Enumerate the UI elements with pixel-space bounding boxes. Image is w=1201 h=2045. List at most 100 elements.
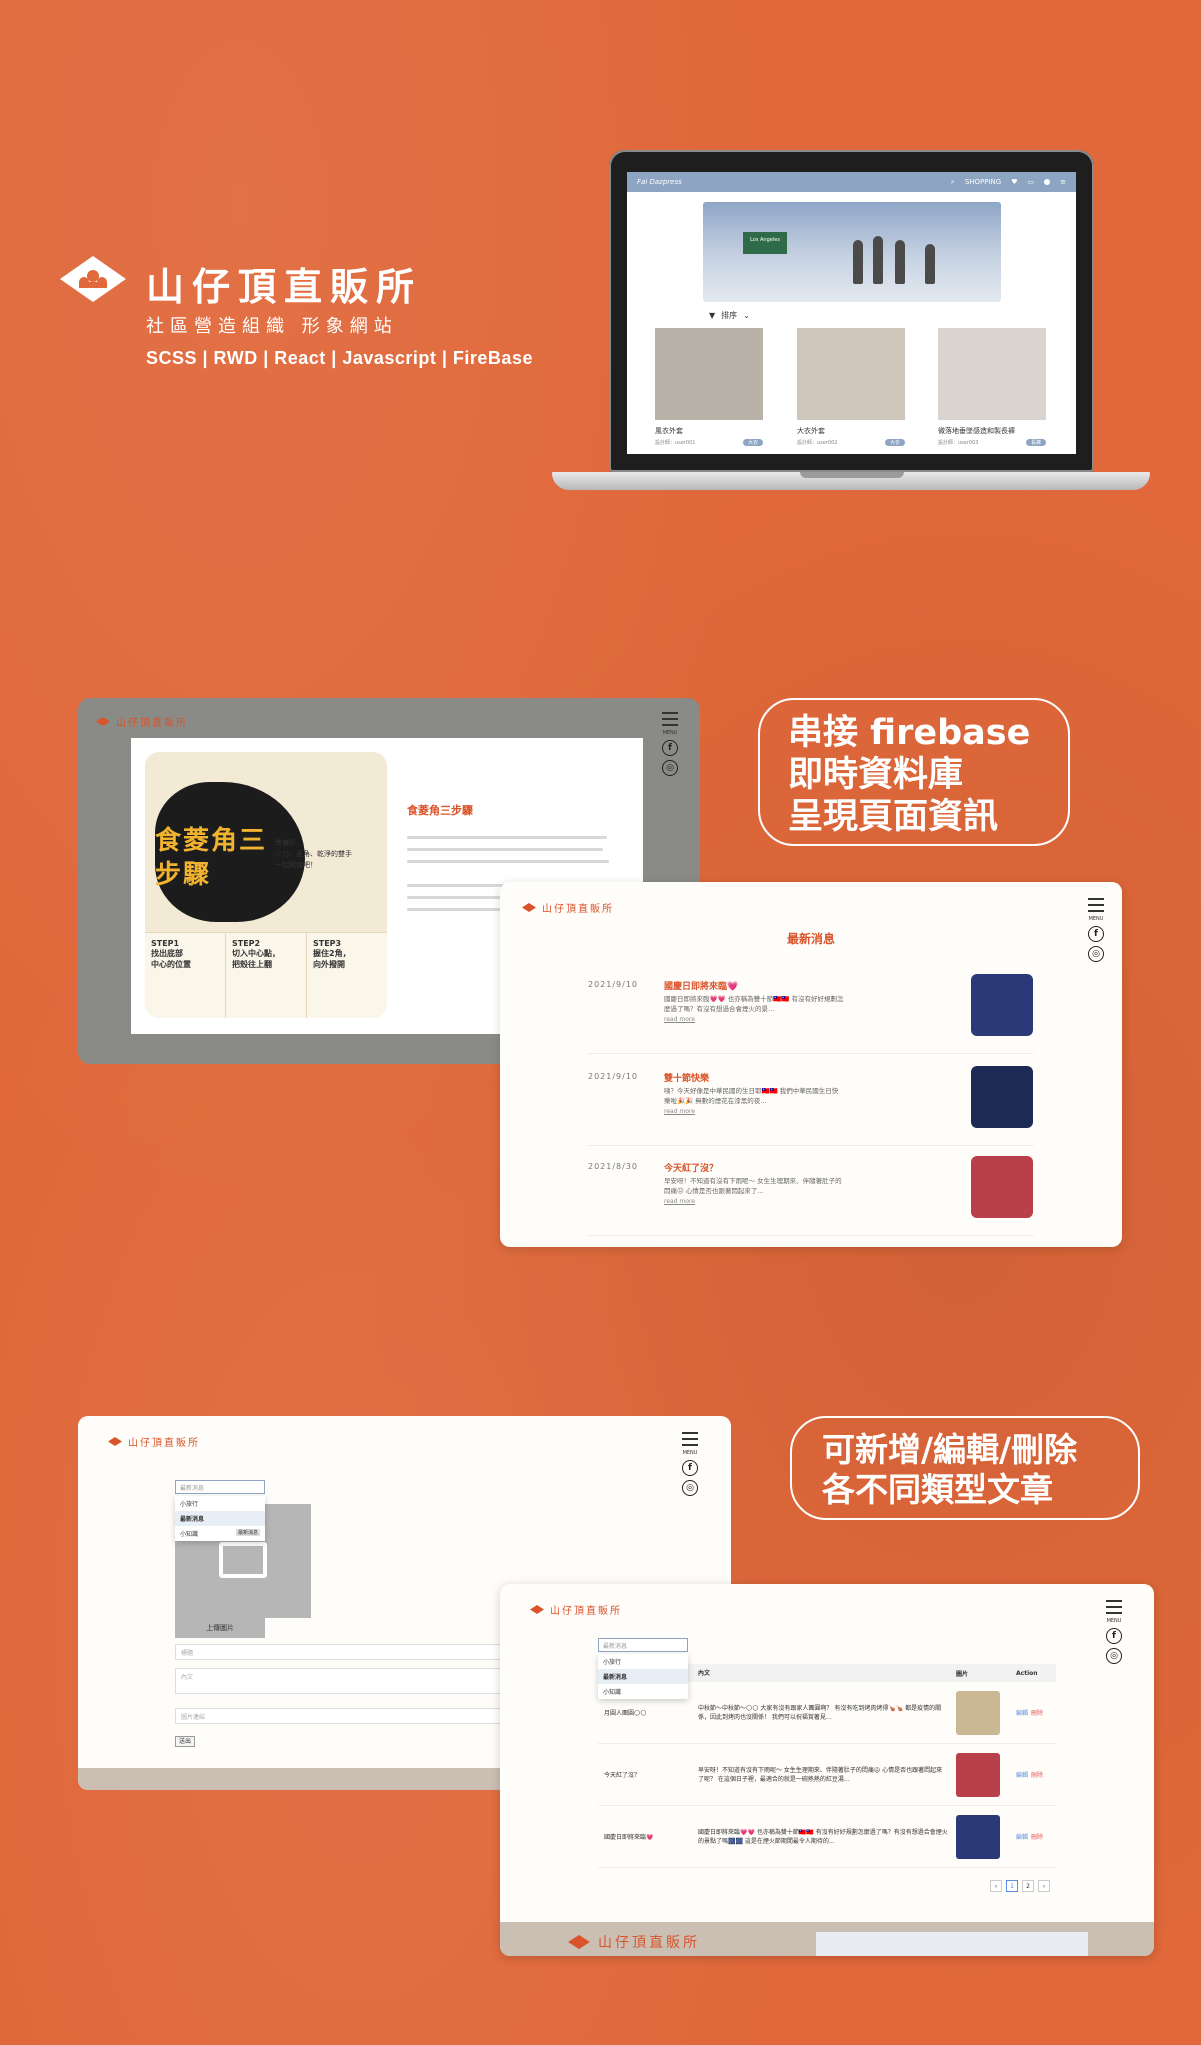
dropdown-option[interactable]: 小旅行 — [175, 1496, 265, 1511]
shop-navbar: Fai Dazpress ⌕ SHOPPING ♥ ▭ ≡ — [627, 172, 1076, 192]
instagram-icon[interactable]: ◎ — [1088, 946, 1104, 962]
crud-callout: 可新增/編輯/刪除 各不同類型文章 — [790, 1416, 1140, 1520]
news-title[interactable]: 今天紅了沒？ — [664, 1161, 718, 1174]
dropdown-option[interactable]: 最新消息 — [175, 1511, 265, 1526]
product-card[interactable]: 風衣外套 設計師：user001 大衣 — [655, 328, 763, 454]
footer-logo[interactable]: 山仔頂直販所 — [568, 1932, 700, 1952]
step-1: STEP1 找出底部 中心的位置 — [145, 933, 226, 1018]
edit-button[interactable]: 編輯 — [1016, 1772, 1028, 1779]
upload-image-button[interactable]: 上傳圖片 — [175, 1618, 265, 1638]
delete-button[interactable]: 刪除 — [1031, 1834, 1043, 1841]
article-title: 食菱角三步驟 — [407, 804, 473, 817]
user-icon[interactable] — [1044, 179, 1051, 185]
infographic-title: 食菱角三步驟 — [155, 826, 268, 890]
submit-button[interactable]: 送出 — [175, 1736, 195, 1747]
page-footer: 山仔頂直販所 — [500, 1922, 1154, 1956]
edit-button[interactable]: 編輯 — [1016, 1834, 1028, 1841]
instagram-icon[interactable]: ◎ — [1106, 1648, 1122, 1664]
footer-map[interactable] — [816, 1932, 1088, 1956]
hamburger-icon[interactable] — [1088, 898, 1104, 900]
page-2-button[interactable]: 2 — [1022, 1880, 1034, 1892]
tech-stack: SCSS | RWD | React | Javascript | FireBa… — [146, 348, 533, 368]
laptop-screen: Fai Dazpress ⌕ SHOPPING ♥ ▭ ≡ Los Angele… — [627, 172, 1076, 454]
product-designer: 設計師：user003 — [938, 440, 979, 446]
shop-logo[interactable]: Fai Dazpress — [637, 178, 682, 186]
logo-diamond-icon — [522, 903, 536, 912]
article-table-screenshot: 山仔頂直販所 MENU f ◎ 內文 圖片 Action 月圓人團圓🌕🌕 中秋節… — [500, 1584, 1154, 1956]
brand-title: 山仔頂直販所 — [146, 265, 423, 309]
facebook-icon[interactable]: f — [1106, 1628, 1122, 1644]
side-menu: MENU f ◎ — [1106, 1600, 1122, 1664]
filter-icon: ▼ — [709, 311, 716, 320]
read-more-link[interactable]: read more — [664, 1198, 695, 1205]
read-more-link[interactable]: read more — [664, 1016, 695, 1023]
menu-icon[interactable]: ≡ — [1060, 178, 1066, 186]
menu-label: MENU — [682, 1450, 698, 1456]
category-select[interactable]: 最新消息 — [175, 1480, 265, 1494]
site-logo[interactable]: 山仔頂直販所 — [522, 900, 614, 915]
instagram-icon[interactable]: ◎ — [682, 1480, 698, 1496]
brand-diamond-logo — [60, 256, 126, 302]
category-select[interactable]: 最新消息 — [598, 1638, 688, 1652]
news-excerpt: 國慶日即將來臨💗💗 也亦稱為雙十節🇹🇼🇹🇼 有沒有好好規劃怎麼過了嗎？有沒有想過… — [664, 995, 844, 1013]
site-logo[interactable]: 山仔頂直販所 — [530, 1602, 622, 1617]
search-icon[interactable]: ⌕ — [951, 178, 955, 187]
product-card[interactable]: 大衣外套 設計師：user002 大衣 — [797, 328, 905, 454]
site-logo[interactable]: 山仔頂直販所 — [96, 714, 188, 729]
news-list-screenshot: 山仔頂直販所 MENU f ◎ 最新消息 2021/9/10 國慶日即將來臨💗 … — [500, 882, 1122, 1247]
news-item[interactable]: 2021/9/10 國慶日即將來臨💗 國慶日即將來臨💗💗 也亦稱為雙十節🇹🇼🇹🇼… — [588, 974, 1034, 1054]
dropdown-option[interactable]: 最新消息 — [598, 1669, 688, 1684]
delete-button[interactable]: 刪除 — [1031, 1710, 1043, 1717]
logo-diamond-icon — [108, 1437, 122, 1446]
product-designer: 設計師：user002 — [797, 440, 838, 446]
dropdown-hint: 最新消息 — [235, 1529, 260, 1536]
dropdown-option[interactable]: 小旅行 — [598, 1654, 688, 1669]
hero-banner[interactable]: Los Angeles — [703, 202, 1001, 302]
prev-page-button[interactable]: ‹ — [990, 1880, 1002, 1892]
news-date: 2021/9/10 — [588, 980, 639, 989]
dropdown-option[interactable]: 小知識 最新消息 — [175, 1526, 265, 1541]
nav-shopping[interactable]: SHOPPING — [965, 178, 1001, 186]
callout-line: 呈現頁面資訊 — [788, 797, 999, 837]
menu-label: MENU — [662, 730, 678, 736]
news-title[interactable]: 雙十節快樂 — [664, 1071, 709, 1084]
header-content: 內文 — [698, 1669, 711, 1677]
sort-label: 排序 — [721, 311, 738, 320]
news-thumbnail[interactable] — [971, 1156, 1033, 1218]
image-placeholder-icon — [219, 1542, 267, 1578]
instagram-icon[interactable]: ◎ — [662, 760, 678, 776]
heart-icon[interactable]: ♥ — [1011, 178, 1017, 186]
category-dropdown[interactable]: 小旅行 最新消息 小知識 最新消息 — [175, 1496, 265, 1541]
dropdown-option[interactable]: 小知識 — [598, 1684, 688, 1699]
site-name: 山仔頂直販所 — [116, 718, 188, 729]
edit-button[interactable]: 編輯 — [1016, 1710, 1028, 1717]
read-more-link[interactable]: read more — [664, 1108, 695, 1115]
sort-filter[interactable]: ▼ 排序 ⌄ — [709, 310, 750, 321]
product-image — [655, 328, 763, 420]
facebook-icon[interactable]: f — [662, 740, 678, 756]
delete-button[interactable]: 刪除 — [1031, 1772, 1043, 1779]
firebase-callout: 串接 firebase 即時資料庫 呈現頁面資訊 — [758, 698, 1070, 846]
product-name: 風衣外套 — [655, 427, 683, 435]
product-image — [938, 328, 1046, 420]
logo-diamond-icon — [530, 1605, 544, 1614]
page-1-button[interactable]: 1 — [1006, 1880, 1018, 1892]
cart-icon[interactable]: ▭ — [1028, 178, 1035, 186]
hamburger-icon[interactable] — [682, 1432, 698, 1434]
hamburger-icon[interactable] — [1106, 1600, 1122, 1602]
news-date: 2021/9/10 — [588, 1072, 639, 1081]
news-item[interactable]: 2021/8/30 今天紅了沒？ 早安呀！不知道有沒有下雨呢～ 女生生理期來、伴… — [588, 1156, 1034, 1236]
site-logo[interactable]: 山仔頂直販所 — [108, 1434, 200, 1449]
step-3: STEP3 握住2角， 向外撥開 — [313, 939, 351, 969]
site-name: 山仔頂直販所 — [550, 1606, 622, 1617]
news-thumbnail[interactable] — [971, 974, 1033, 1036]
article-text-line — [407, 836, 607, 839]
news-item[interactable]: 2021/9/10 雙十節快樂 咦？今天好像是中華民國的生日耶🇹🇼🇹🇼 我們中華… — [588, 1066, 1034, 1146]
news-thumbnail[interactable] — [971, 1066, 1033, 1128]
category-dropdown[interactable]: 小旅行 最新消息 小知識 — [598, 1654, 688, 1699]
news-title[interactable]: 國慶日即將來臨💗 — [664, 979, 738, 992]
next-page-button[interactable]: › — [1038, 1880, 1050, 1892]
facebook-icon[interactable]: f — [682, 1460, 698, 1476]
hamburger-icon[interactable] — [662, 712, 678, 714]
product-card[interactable]: 微落地垂墜感造和製長褲 設計師：user003 長褲 — [938, 328, 1046, 454]
